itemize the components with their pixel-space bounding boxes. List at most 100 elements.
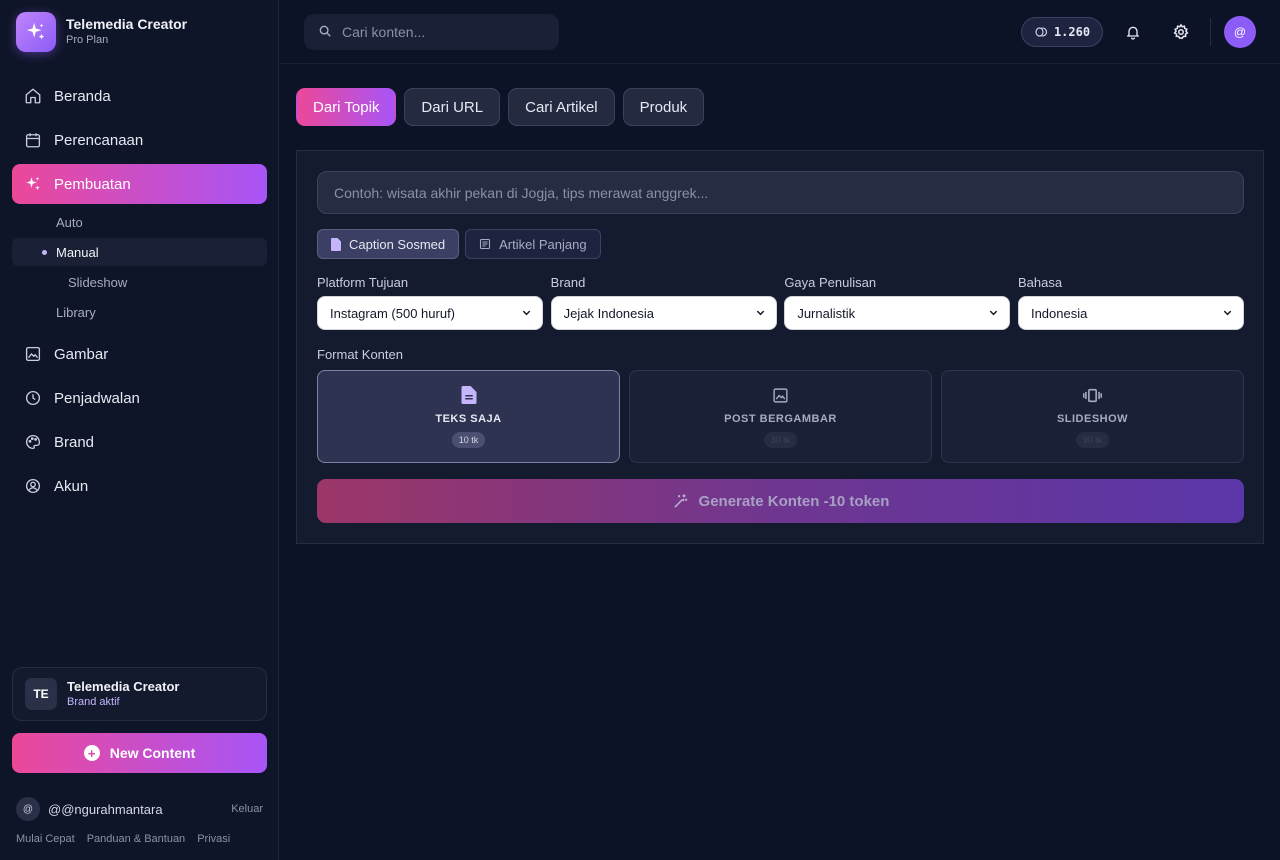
language-select[interactable]: Indonesia <box>1017 296 1244 330</box>
file-icon <box>331 237 341 251</box>
search-box[interactable] <box>304 14 559 50</box>
footer-link-privacy[interactable]: Privasi <box>197 833 230 845</box>
avatar[interactable]: @ <box>16 797 40 821</box>
app-brand[interactable]: Telemedia Creator Pro Plan <box>16 12 187 52</box>
format-name: POST BERGAMBAR <box>724 413 837 425</box>
format-cost: 10 tk <box>451 432 486 448</box>
format-slideshow[interactable]: SLIDESHOW 90 tk <box>941 370 1244 463</box>
sidebar-item-gambar[interactable]: Gambar <box>12 334 267 374</box>
user-circle-icon <box>24 477 42 495</box>
new-content-label: New Content <box>109 745 196 761</box>
chevron-down-icon <box>755 306 766 321</box>
chevron-down-icon <box>1222 306 1233 321</box>
artikel-panjang-button[interactable]: Artikel Panjang <box>465 229 601 259</box>
sidebar-item-label: Penjadwalan <box>54 389 140 407</box>
tab-dari-url[interactable]: Dari URL <box>404 88 501 126</box>
sidebar-item-penjadwalan[interactable]: Penjadwalan <box>12 378 267 418</box>
brand-badge: TE <box>25 678 57 710</box>
format-name: TEKS SAJA <box>435 413 502 425</box>
platform-select[interactable]: Instagram (500 huruf) <box>317 296 543 330</box>
sidebar-item-akun[interactable]: Akun <box>12 466 267 506</box>
slides-icon <box>1083 385 1102 405</box>
chevron-down-icon <box>988 306 999 321</box>
gear-icon[interactable] <box>1169 20 1193 44</box>
sidebar-item-beranda[interactable]: Beranda <box>12 76 267 116</box>
language-label: Bahasa <box>1017 275 1063 290</box>
brand-label: Brand <box>550 275 586 290</box>
sidebar-item-label: Gambar <box>54 345 109 363</box>
brand-value: Jejak Indonesia <box>563 305 654 321</box>
language-field: Bahasa Indonesia <box>1017 275 1244 330</box>
generate-label: Generate Konten -10 token <box>698 492 890 510</box>
home-icon <box>24 87 42 105</box>
language-value: Indonesia <box>1030 305 1088 321</box>
source-tabs: Dari Topik Dari URL Cari Artikel Produk <box>296 88 712 126</box>
sidebar-item-label: Akun <box>54 477 89 495</box>
image-icon <box>24 345 42 363</box>
sidebar-subitem-slideshow[interactable]: Slideshow <box>12 268 267 296</box>
platform-value: Instagram (500 huruf) <box>330 305 456 321</box>
sparkles-logo-icon <box>16 12 56 52</box>
footer-links: Mulai Cepat Panduan & Bantuan Privasi <box>16 833 242 845</box>
format-cost: 90 tk <box>1075 432 1110 448</box>
footer-link-quickstart[interactable]: Mulai Cepat <box>16 833 75 845</box>
bell-icon[interactable] <box>1121 20 1145 44</box>
search-icon <box>318 24 332 41</box>
generate-button[interactable]: Generate Konten -10 token <box>317 479 1244 523</box>
format-post-bergambar[interactable]: POST BERGAMBAR 30 tk <box>629 370 932 463</box>
sidebar-subitem-label: Manual <box>56 244 99 260</box>
tab-cari-artikel[interactable]: Cari Artikel <box>508 88 615 126</box>
active-brand-card[interactable]: TE Telemedia Creator Brand aktif <box>12 667 267 721</box>
article-icon <box>479 238 491 250</box>
caption-sosmed-button[interactable]: Caption Sosmed <box>317 229 460 259</box>
sidebar-subitem-library[interactable]: Library <box>12 298 267 326</box>
style-select[interactable]: Jurnalistik <box>784 296 1011 330</box>
sidebar-item-brand[interactable]: Brand <box>12 422 267 462</box>
topbar-divider <box>1210 18 1211 46</box>
magic-wand-icon <box>672 493 689 510</box>
style-value: Jurnalistik <box>797 305 856 321</box>
sidebar-item-perencanaan[interactable]: Perencanaan <box>12 120 267 160</box>
token-balance[interactable]: 1.260 <box>1021 17 1103 47</box>
logout-link[interactable]: Keluar <box>231 803 263 815</box>
sidebar-item-pembuatan[interactable]: Pembuatan <box>12 164 267 204</box>
avatar[interactable]: @ <box>1224 16 1256 48</box>
image-icon <box>772 385 789 405</box>
topic-input[interactable] <box>317 171 1244 214</box>
sparkles-icon <box>24 175 42 193</box>
search-input[interactable] <box>342 24 542 40</box>
sidebar-item-label: Perencanaan <box>54 131 144 149</box>
palette-icon <box>24 433 42 451</box>
style-field: Gaya Penulisan Jurnalistik <box>784 276 1011 330</box>
topbar: 1.260 @ <box>280 0 1280 64</box>
format-teks-saja[interactable]: TEKS SAJA 10 tk <box>317 370 620 463</box>
app-plan: Pro Plan <box>66 34 109 46</box>
format-label: Format Konten <box>317 347 403 362</box>
content-form-card: Caption Sosmed Artikel Panjang Platform … <box>296 150 1264 544</box>
token-count: 1.260 <box>1053 25 1091 39</box>
artikel-panjang-label: Artikel Panjang <box>499 236 587 252</box>
caption-sosmed-label: Caption Sosmed <box>349 236 446 252</box>
brand-card-name: Telemedia Creator <box>67 679 180 694</box>
user-row: @ @@ngurahmantara Keluar <box>16 797 263 821</box>
format-options: TEKS SAJA 10 tk POST BERGAMBAR 30 tk SLI… <box>317 370 1244 463</box>
content-type-toggle: Caption Sosmed Artikel Panjang <box>317 229 607 259</box>
sidebar-subitem-manual[interactable]: Manual <box>12 238 267 266</box>
brand-card-status: Brand aktif <box>67 696 120 708</box>
footer-link-help[interactable]: Panduan & Bantuan <box>87 833 185 845</box>
chevron-down-icon <box>521 306 532 321</box>
sidebar-item-label: Brand <box>54 433 95 451</box>
brand-select[interactable]: Jejak Indonesia <box>550 296 777 330</box>
tab-produk[interactable]: Produk <box>622 88 705 126</box>
plus-circle-icon: + <box>83 745 100 761</box>
new-content-button[interactable]: + New Content <box>12 733 267 773</box>
format-name: SLIDESHOW <box>1056 413 1129 425</box>
options-row: Platform Tujuan Instagram (500 huruf) Br… <box>317 276 1244 330</box>
tab-dari-topik[interactable]: Dari Topik <box>296 88 397 126</box>
sidebar-subitem-auto[interactable]: Auto <box>12 208 267 236</box>
app-name: Telemedia Creator <box>66 16 188 32</box>
calendar-icon <box>24 131 42 149</box>
active-dot-icon <box>42 249 47 255</box>
sidebar-item-label: Beranda <box>54 87 111 105</box>
document-icon <box>461 385 477 405</box>
